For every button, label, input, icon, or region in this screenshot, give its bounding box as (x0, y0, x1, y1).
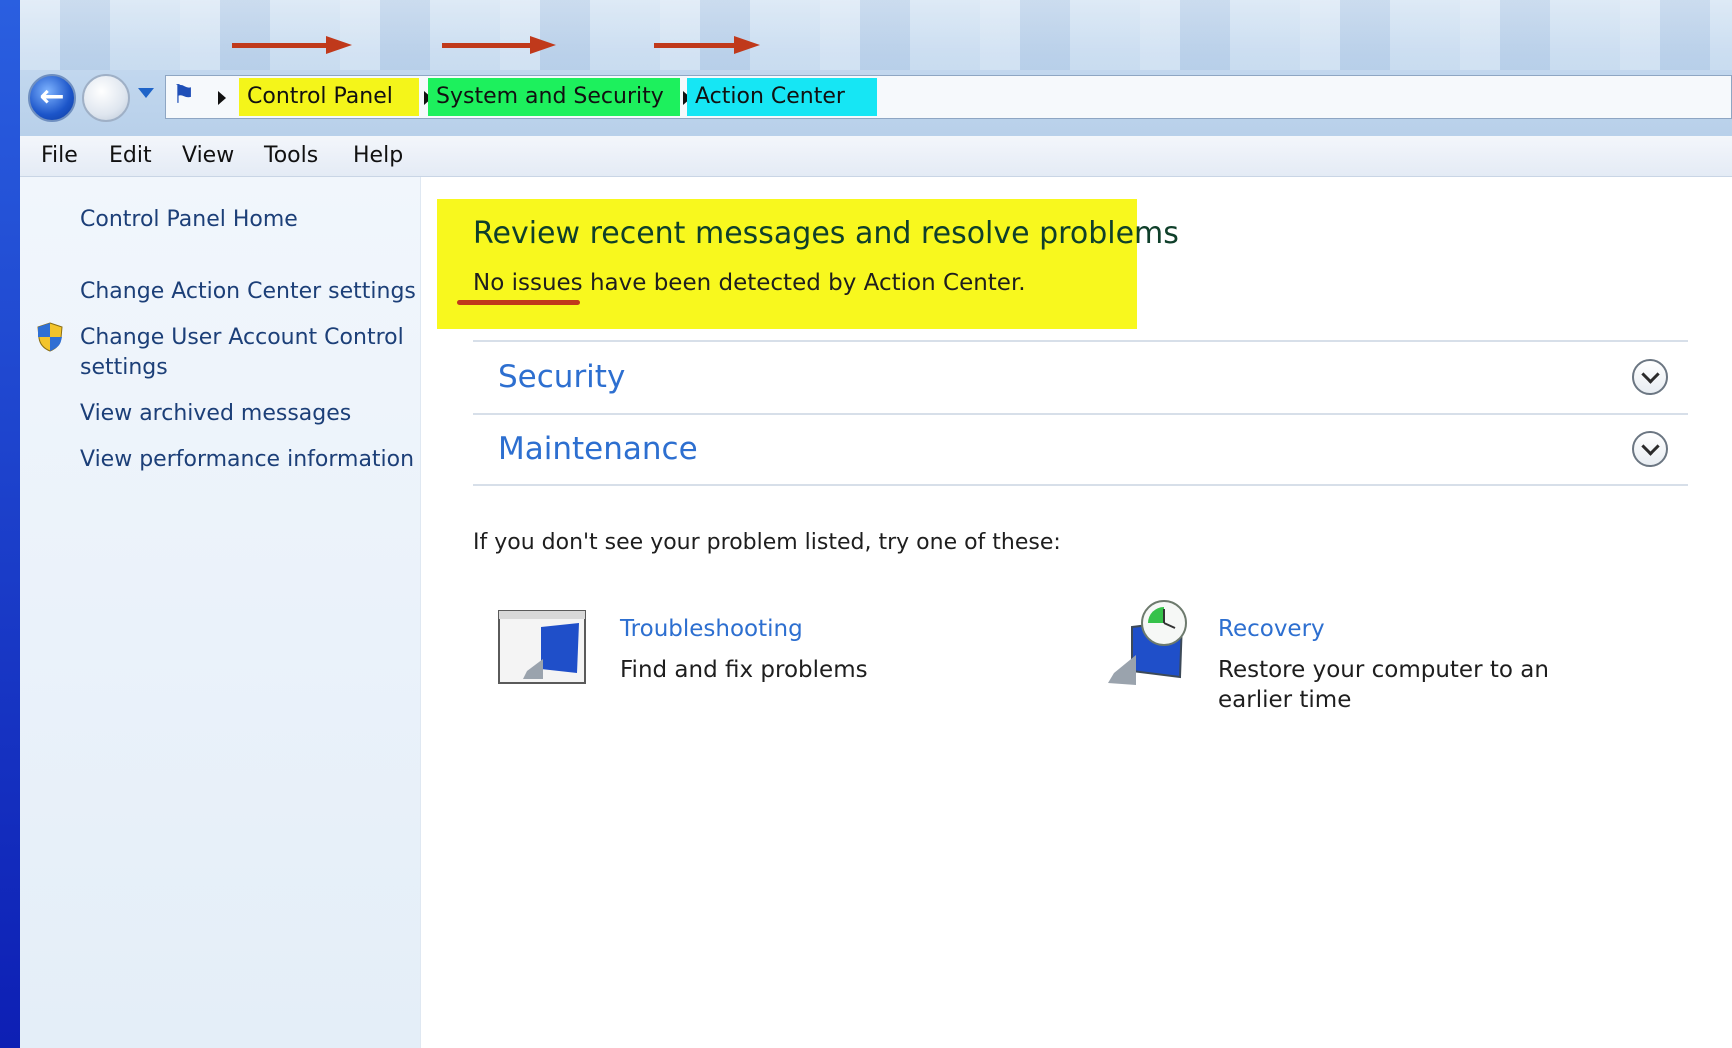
recovery-icon (1108, 600, 1187, 685)
back-button[interactable]: ← (28, 74, 76, 122)
troubleshooting-link[interactable]: Troubleshooting (620, 616, 803, 642)
chevron-down-icon[interactable] (1632, 359, 1668, 395)
uac-shield-icon (37, 322, 63, 352)
chevron-down-icon[interactable] (1632, 431, 1668, 467)
annotation-underline (457, 300, 580, 305)
recovery-link[interactable]: Recovery (1218, 616, 1325, 642)
breadcrumb-action-center[interactable]: Action Center (687, 78, 877, 116)
troubleshooting-description: Find and fix problems (620, 657, 868, 683)
section-maintenance[interactable]: Maintenance (498, 431, 698, 467)
recent-pages-dropdown-icon[interactable] (138, 88, 154, 98)
forward-button[interactable] (82, 74, 130, 122)
sidebar-item-change-action-center-settings[interactable]: Change Action Center settings (80, 277, 420, 307)
menu-tools[interactable]: Tools (264, 136, 318, 176)
menu-edit[interactable]: Edit (109, 136, 152, 176)
status-message: No issues have been detected by Action C… (473, 270, 1026, 296)
breadcrumb-separator-icon[interactable] (218, 91, 226, 105)
divider (473, 413, 1688, 415)
menu-view[interactable]: View (182, 136, 234, 176)
sidebar-item-control-panel-home[interactable]: Control Panel Home (80, 205, 420, 235)
title-bar: ← ⚑ Control Panel System and Security Ac… (20, 0, 1732, 136)
blurred-titlebar (20, 0, 1732, 70)
annotation-arrow (654, 36, 774, 54)
sidebar-item-change-uac-settings[interactable]: Change User Account Control settings (80, 323, 410, 383)
action-center-flag-icon: ⚑ (172, 80, 196, 110)
divider (473, 340, 1688, 342)
menu-help[interactable]: Help (353, 136, 403, 176)
divider (473, 484, 1688, 486)
annotation-arrow (232, 36, 352, 54)
sidebar (20, 177, 421, 1048)
menu-file[interactable]: File (41, 136, 78, 176)
menu-bar: File Edit View Tools Help (20, 136, 1732, 177)
troubleshooting-icon (498, 610, 586, 684)
page-title: Review recent messages and resolve probl… (473, 216, 1179, 251)
breadcrumb-control-panel[interactable]: Control Panel (239, 78, 419, 116)
explorer-window: ← ⚑ Control Panel System and Security Ac… (20, 0, 1732, 1048)
hint-text: If you don't see your problem listed, tr… (473, 530, 1061, 555)
annotation-arrow (442, 36, 562, 54)
sidebar-item-view-archived-messages[interactable]: View archived messages (80, 399, 420, 429)
section-security[interactable]: Security (498, 359, 625, 395)
recovery-description: Restore your computer to an earlier time (1218, 657, 1549, 713)
sidebar-item-view-performance-information[interactable]: View performance information (80, 445, 420, 475)
breadcrumb-system-and-security[interactable]: System and Security (428, 78, 680, 116)
